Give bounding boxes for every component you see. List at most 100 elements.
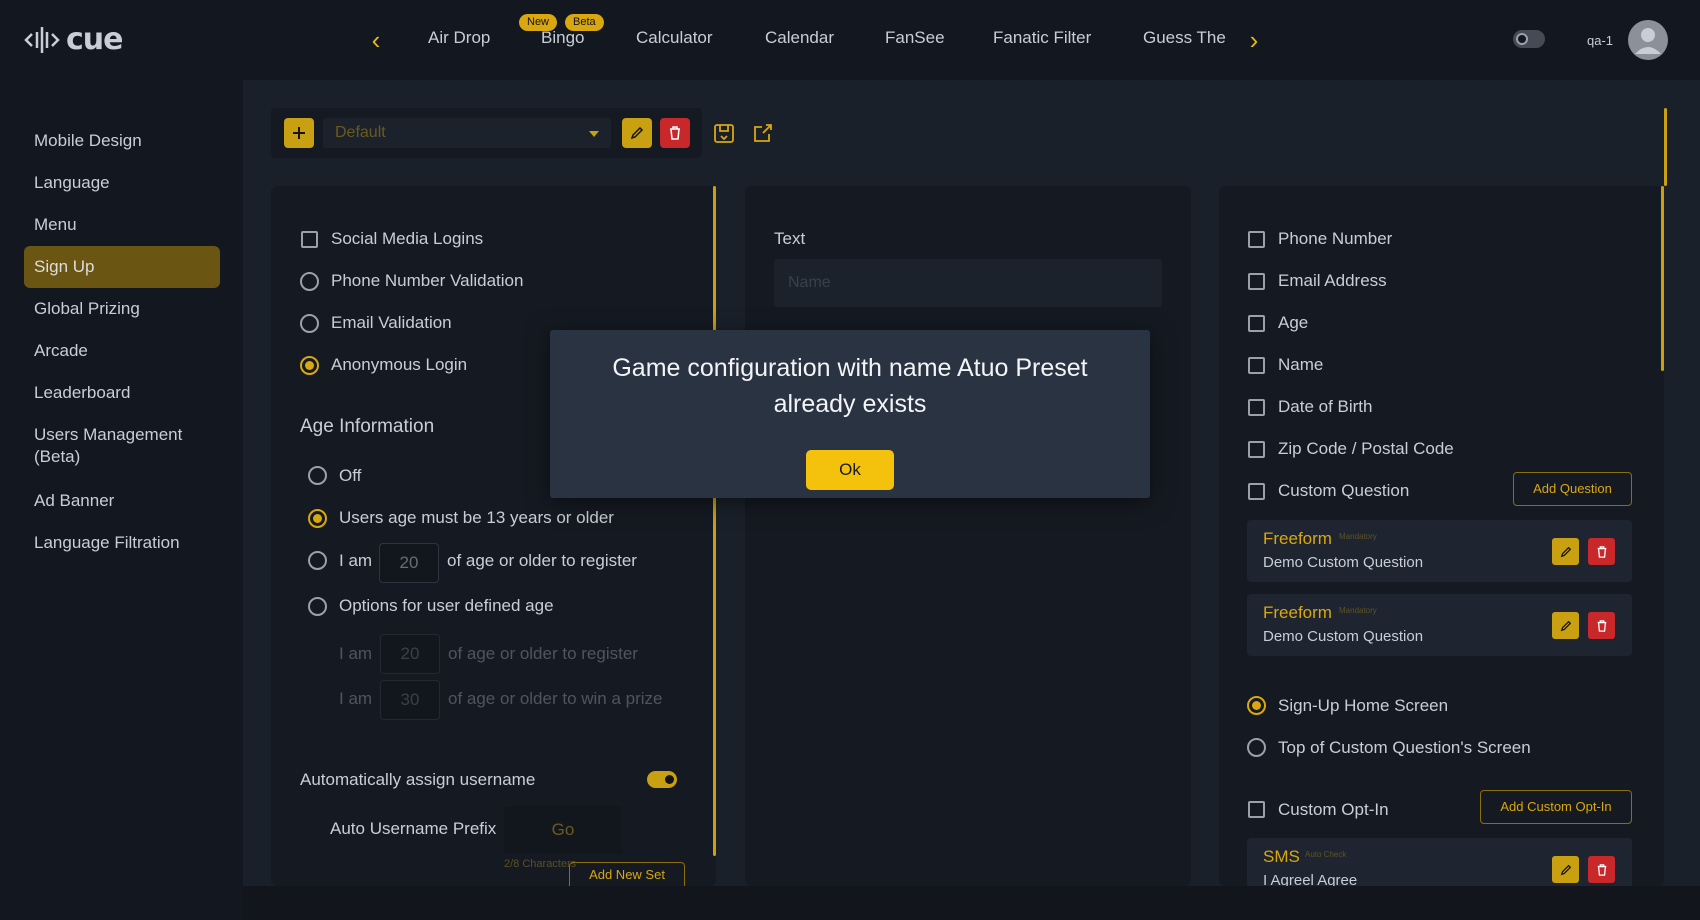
user-name: qa-1 [1587, 33, 1614, 48]
zip-code-checkbox[interactable] [1248, 441, 1265, 458]
moon-icon [1516, 33, 1528, 45]
sidebar-item-users-management[interactable]: Users Management (Beta) [24, 424, 194, 472]
prefix-character-count: 2/8 Characters [504, 858, 577, 870]
age-custom-radio[interactable] [308, 551, 327, 570]
nav-item-air-drop[interactable]: Air Drop [428, 28, 490, 48]
name-label: Name [1278, 355, 1324, 374]
sidebar-item-language-filtration[interactable]: Language Filtration [24, 522, 220, 564]
sidebar-item-leaderboard[interactable]: Leaderboard [24, 372, 220, 414]
phone-number-label: Phone Number [1278, 229, 1393, 248]
age-13-radio[interactable] [308, 509, 327, 528]
chevron-right-icon[interactable]: › [1241, 24, 1267, 56]
chevron-left-icon[interactable]: ‹ [363, 24, 389, 56]
sidebar-item-sign-up[interactable]: Sign Up [24, 246, 220, 288]
left-panel-scrollbar[interactable] [713, 186, 716, 856]
pencil-icon [1560, 620, 1571, 631]
auto-username-toggle[interactable] [647, 771, 677, 788]
sidebar-item-arcade[interactable]: Arcade [24, 330, 220, 372]
sidebar-item-menu[interactable]: Menu [24, 204, 220, 246]
age-off-radio[interactable] [308, 466, 327, 485]
user-icon [1635, 28, 1661, 54]
right-panel-scrollbar[interactable] [1661, 186, 1664, 371]
edit-question-button[interactable] [1552, 612, 1579, 639]
signup-home-screen-radio[interactable] [1247, 696, 1266, 715]
sidebar-item-language[interactable]: Language [24, 162, 220, 204]
age-checkbox[interactable] [1248, 315, 1265, 332]
custom-question-screen-radio[interactable] [1247, 738, 1266, 757]
anonymous-login-radio[interactable] [300, 356, 319, 375]
edit-question-button[interactable] [1552, 538, 1579, 565]
age-input[interactable]: 20 [379, 543, 439, 583]
edit-preset-button[interactable] [622, 118, 652, 148]
date-of-birth-checkbox[interactable] [1248, 399, 1265, 416]
social-media-logins-checkbox[interactable] [301, 231, 318, 248]
custom-optin-checkbox[interactable] [1248, 801, 1265, 818]
avatar[interactable] [1628, 20, 1668, 60]
email-validation-label: Email Validation [331, 313, 452, 332]
nav-item-guess-the[interactable]: Guess The [1143, 28, 1226, 48]
text-label: Text [774, 229, 806, 248]
register-age-input[interactable]: 20 [380, 634, 440, 674]
nav-item-fansee[interactable]: FanSee [885, 28, 945, 48]
trash-icon [1597, 545, 1606, 558]
add-new-set-button[interactable]: Add New Set [569, 862, 685, 886]
signup-home-screen-label: Sign-Up Home Screen [1278, 696, 1449, 715]
user-defined-age-label: Options for user defined age [339, 596, 554, 615]
name-input[interactable]: Name [774, 259, 1162, 307]
sidebar-item-mobile-design[interactable]: Mobile Design [24, 120, 220, 162]
email-validation-radio[interactable] [300, 314, 319, 333]
top-bar: cue ‹ Air Drop New Beta Bingo Calculator… [0, 0, 1700, 80]
age-suffix-label: of age or older to register [447, 551, 637, 570]
trash-icon [1597, 619, 1606, 632]
add-custom-optin-button[interactable]: Add Custom Opt-In [1480, 790, 1632, 824]
age-off-label: Off [339, 466, 362, 485]
add-preset-button[interactable] [284, 118, 314, 148]
phone-number-checkbox[interactable] [1248, 231, 1265, 248]
anonymous-login-label: Anonymous Login [331, 355, 468, 374]
custom-question-card: Freeform Mandatory Demo Custom Question [1247, 520, 1632, 582]
optin-type: SMS [1263, 847, 1300, 866]
preset-select[interactable]: Default [323, 118, 611, 148]
edit-optin-button[interactable] [1552, 856, 1579, 883]
prize-age-input[interactable]: 30 [380, 680, 440, 720]
auto-username-label: Automatically assign username [300, 770, 536, 789]
delete-question-button[interactable] [1588, 612, 1615, 639]
auto-check-tag: Auto Check [1305, 850, 1347, 859]
question-text: Demo Custom Question [1263, 554, 1424, 571]
user-defined-age-radio[interactable] [308, 597, 327, 616]
ok-button[interactable]: Ok [806, 450, 894, 490]
share-preset-icon[interactable] [750, 120, 776, 146]
question-type: Freeform [1263, 603, 1332, 622]
sidebar-item-global-prizing[interactable]: Global Prizing [24, 288, 220, 330]
question-type: Freeform [1263, 529, 1332, 548]
caret-down-icon [589, 131, 599, 137]
page-scrollbar[interactable] [1664, 108, 1667, 186]
nav-item-calendar[interactable]: Calendar [765, 28, 834, 48]
nav-item-calculator[interactable]: Calculator [636, 28, 713, 48]
email-address-checkbox[interactable] [1248, 273, 1265, 290]
toggle-knob [665, 775, 674, 784]
theme-toggle[interactable] [1513, 30, 1545, 48]
username-prefix-input[interactable]: Go [504, 806, 622, 854]
nav-item-bingo[interactable]: Bingo [541, 28, 584, 48]
optin-text: I Agreel Agree [1263, 872, 1358, 886]
prize-age-i-am-label: I am [339, 689, 373, 708]
name-checkbox[interactable] [1248, 357, 1265, 374]
logo-text: cue [66, 22, 123, 57]
sidebar-item-ad-banner[interactable]: Ad Banner [24, 480, 220, 522]
delete-preset-button[interactable] [660, 118, 690, 148]
pencil-icon [1560, 546, 1571, 557]
audio-wave-icon [24, 26, 60, 53]
register-age-suffix: of age or older to register [448, 644, 638, 663]
add-question-button[interactable]: Add Question [1513, 472, 1632, 506]
cue-logo[interactable]: cue [24, 22, 123, 57]
save-preset-icon[interactable] [711, 120, 737, 146]
pencil-icon [630, 126, 644, 140]
custom-question-checkbox[interactable] [1248, 483, 1265, 500]
delete-optin-button[interactable] [1588, 856, 1615, 883]
phone-validation-radio[interactable] [300, 272, 319, 291]
question-text: Demo Custom Question [1263, 628, 1424, 645]
delete-question-button[interactable] [1588, 538, 1615, 565]
register-age-i-am-label: I am [339, 644, 373, 663]
nav-item-fanatic-filter[interactable]: Fanatic Filter [993, 28, 1091, 48]
